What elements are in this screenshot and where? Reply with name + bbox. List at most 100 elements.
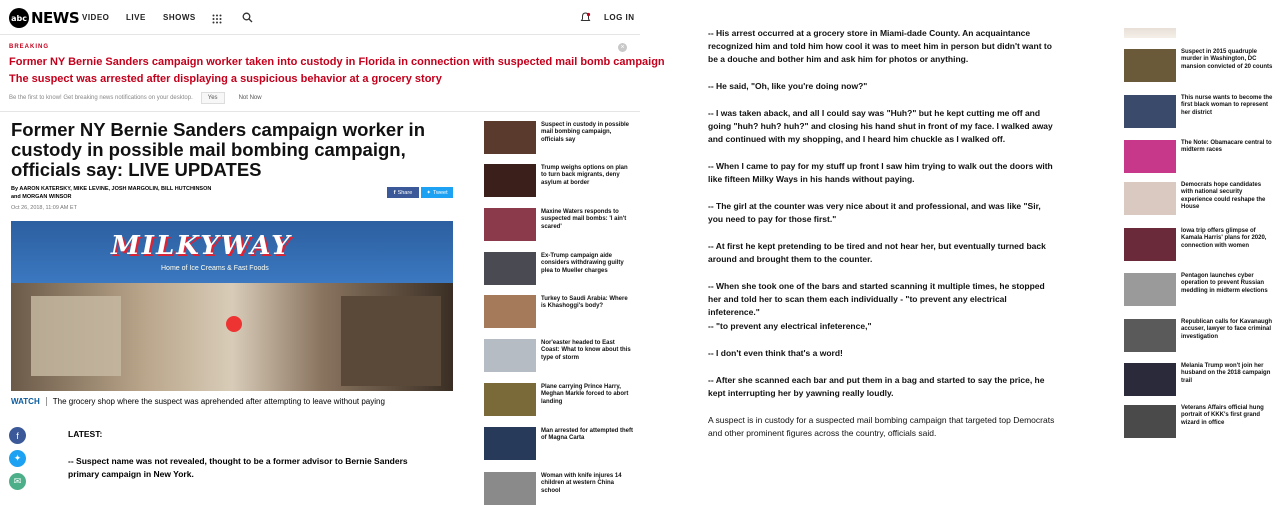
story-headline: Trump weighs options on plan to turn bac… [541, 165, 628, 186]
story-headline: Iowa trip offers glimpse of Kamala Harri… [1181, 228, 1267, 249]
story-headline: Pentagon launches cyber operation to pre… [1181, 273, 1268, 294]
story-thumbnail [484, 208, 536, 241]
breaking-label: BREAKING [9, 44, 50, 50]
story-headline: Man arrested for attempted theft of Magn… [541, 428, 634, 442]
caption-divider [45, 397, 47, 406]
story-thumbnail [484, 383, 536, 416]
right-rail-story[interactable]: Democrats hope candidates with national … [1124, 182, 1274, 215]
story-thumbnail [1124, 319, 1176, 352]
article-body-first: -- Suspect name was not revealed, though… [68, 456, 408, 479]
right-rail-story[interactable]: Melania Trump won't join her husband on … [1124, 363, 1274, 396]
right-rail-thumb-top [1124, 28, 1176, 38]
share-label: Share [397, 189, 413, 196]
byline: By AARON KATERSKY, MIKE LEVINE, JOSH MAR… [11, 186, 271, 201]
right-rail-story[interactable]: Veterans Affairs official hung portrait … [1124, 405, 1274, 438]
login-link[interactable]: LOG IN [604, 13, 635, 22]
notification-bell-icon[interactable] [580, 10, 591, 28]
story-headline: Nor'easter headed to East Coast: What to… [541, 340, 631, 361]
twitter-icon: ✦ [426, 189, 431, 196]
live-update-paragraph: -- His arrest occurred at a grocery stor… [708, 28, 1052, 64]
story-thumbnail [1124, 405, 1176, 438]
story-headline: Plane carrying Prince Harry, Meghan Mark… [541, 384, 629, 405]
latest-label: LATEST: [68, 429, 103, 439]
story-headline: Suspect in 2015 quadruple murder in Wash… [1181, 49, 1273, 70]
sidebar-story[interactable]: Man arrested for attempted theft of Magn… [484, 427, 634, 460]
right-rail-story[interactable]: Pentagon launches cyber operation to pre… [1124, 273, 1274, 306]
live-update-paragraph: -- After she scanned each bar and put th… [708, 375, 1045, 398]
byline-authors: By AARON KATERSKY, MIKE LEVINE, JOSH MAR… [11, 186, 212, 192]
story-thumbnail [1124, 49, 1176, 82]
story-thumbnail [1124, 273, 1176, 306]
sign-subtext: Home of Ice Creams & Fast Foods [161, 265, 269, 272]
article-date: Oct 26, 2018, 11:09 AM ET [11, 205, 77, 211]
notification-prompt: Be the first to know! Get breaking news … [9, 92, 268, 104]
tweet-label: Tweet [432, 189, 448, 196]
sidebar-story[interactable]: Nor'easter headed to East Coast: What to… [484, 339, 634, 372]
breaking-divider [0, 111, 640, 112]
story-thumbnail [1124, 140, 1176, 173]
sidebar-story[interactable]: Turkey to Saudi Arabia: Where is Khashog… [484, 295, 634, 328]
twitter-share-button[interactable]: ✦ Tweet [421, 187, 453, 198]
logo-text: NEWS [31, 9, 80, 27]
sidebar-story[interactable]: Suspect in custody in possible mail bomb… [484, 121, 634, 154]
twitter-share-icon[interactable]: ✦ [9, 450, 26, 467]
shelf [341, 296, 441, 386]
notify-yes-button[interactable]: Yes [200, 92, 225, 104]
story-thumbnail [484, 164, 536, 197]
story-headline: Maxine Waters responds to suspected mail… [541, 209, 627, 230]
breaking-subheadline[interactable]: The suspect was arrested after displayin… [9, 73, 442, 85]
watch-link[interactable]: WATCH [11, 397, 40, 406]
right-rail-story[interactable]: This nurse wants to become the first bla… [1124, 95, 1274, 128]
sidebar-story[interactable]: Trump weighs options on plan to turn bac… [484, 164, 634, 197]
story-headline: Melania Trump won't join her husband on … [1181, 363, 1271, 384]
story-thumbnail [1124, 182, 1176, 215]
story-headline: Suspect in custody in possible mail bomb… [541, 122, 630, 143]
notify-not-now-button[interactable]: Not Now [233, 93, 268, 103]
breaking-headline[interactable]: Former NY Bernie Sanders campaign worker… [9, 56, 665, 68]
sign-text: MILKYWAY [111, 231, 292, 261]
right-rail-story[interactable]: The Note: Obamacare central to midterm r… [1124, 140, 1274, 173]
story-headline: The Note: Obamacare central to midterm r… [1181, 140, 1272, 154]
sidebar-story[interactable]: Ex-Trump campaign aide considers withdra… [484, 252, 634, 285]
story-headline: Turkey to Saudi Arabia: Where is Khashog… [541, 296, 628, 310]
grid-menu-icon[interactable] [212, 11, 222, 29]
nav-video[interactable]: VIDEO [82, 13, 109, 22]
facebook-share-button[interactable]: f Share [387, 187, 419, 198]
close-icon[interactable]: × [618, 43, 627, 52]
sidebar-story[interactable]: Maxine Waters responds to suspected mail… [484, 208, 634, 241]
live-update-paragraph: -- He said, "Oh, like you're doing now?" [708, 81, 868, 91]
byline-authors-2: and MORGAN WINSOR [11, 193, 72, 200]
sidebar-story[interactable]: Woman with knife injures 14 children at … [484, 472, 634, 505]
live-update-paragraph: -- The girl at the counter was very nice… [708, 201, 1041, 224]
story-headline: Democrats hope candidates with national … [1181, 182, 1266, 211]
nav-shows[interactable]: SHOWS [163, 13, 196, 22]
search-icon[interactable] [242, 10, 253, 28]
live-update-paragraph: -- When I came to pay for my stuff up fr… [708, 161, 1053, 184]
facebook-share-icon[interactable]: f [9, 427, 26, 444]
story-thumbnail [1124, 363, 1176, 396]
right-rail-story[interactable]: Republican calls for Kavanaugh accuser, … [1124, 319, 1274, 352]
notification-text: Be the first to know! Get breaking news … [9, 95, 193, 101]
live-update-paragraph: -- "to prevent any electrical infeterenc… [708, 321, 872, 331]
header-divider [0, 34, 640, 35]
shelf [31, 296, 121, 376]
live-update-paragraph: -- I was taken aback, and all I could sa… [708, 108, 1053, 144]
live-update-paragraph: -- I don't even think that's a word! [708, 348, 843, 358]
right-rail-story[interactable]: Suspect in 2015 quadruple murder in Wash… [1124, 49, 1274, 82]
story-thumbnail [484, 339, 536, 372]
story-headline: Veterans Affairs official hung portrait … [1181, 405, 1264, 426]
story-headline: Woman with knife injures 14 children at … [541, 473, 622, 494]
sidebar-story[interactable]: Plane carrying Prince Harry, Meghan Mark… [484, 383, 634, 416]
story-thumbnail [484, 295, 536, 328]
story-thumbnail [484, 121, 536, 154]
right-rail-story[interactable]: Iowa trip offers glimpse of Kamala Harri… [1124, 228, 1274, 261]
abc-news-logo[interactable]: abc NEWS [9, 8, 80, 28]
nav-live[interactable]: LIVE [126, 13, 146, 22]
email-share-icon[interactable]: ✉ [9, 473, 26, 490]
article-title: Former NY Bernie Sanders campaign worker… [11, 119, 425, 180]
live-update-paragraph: -- When she took one of the bars and sta… [708, 281, 1045, 317]
story-thumbnail [484, 472, 536, 505]
logo-mark: abc [9, 8, 29, 28]
article-photo[interactable]: MILKYWAY Home of Ice Creams & Fast Foods [11, 221, 453, 391]
story-thumbnail [484, 252, 536, 285]
